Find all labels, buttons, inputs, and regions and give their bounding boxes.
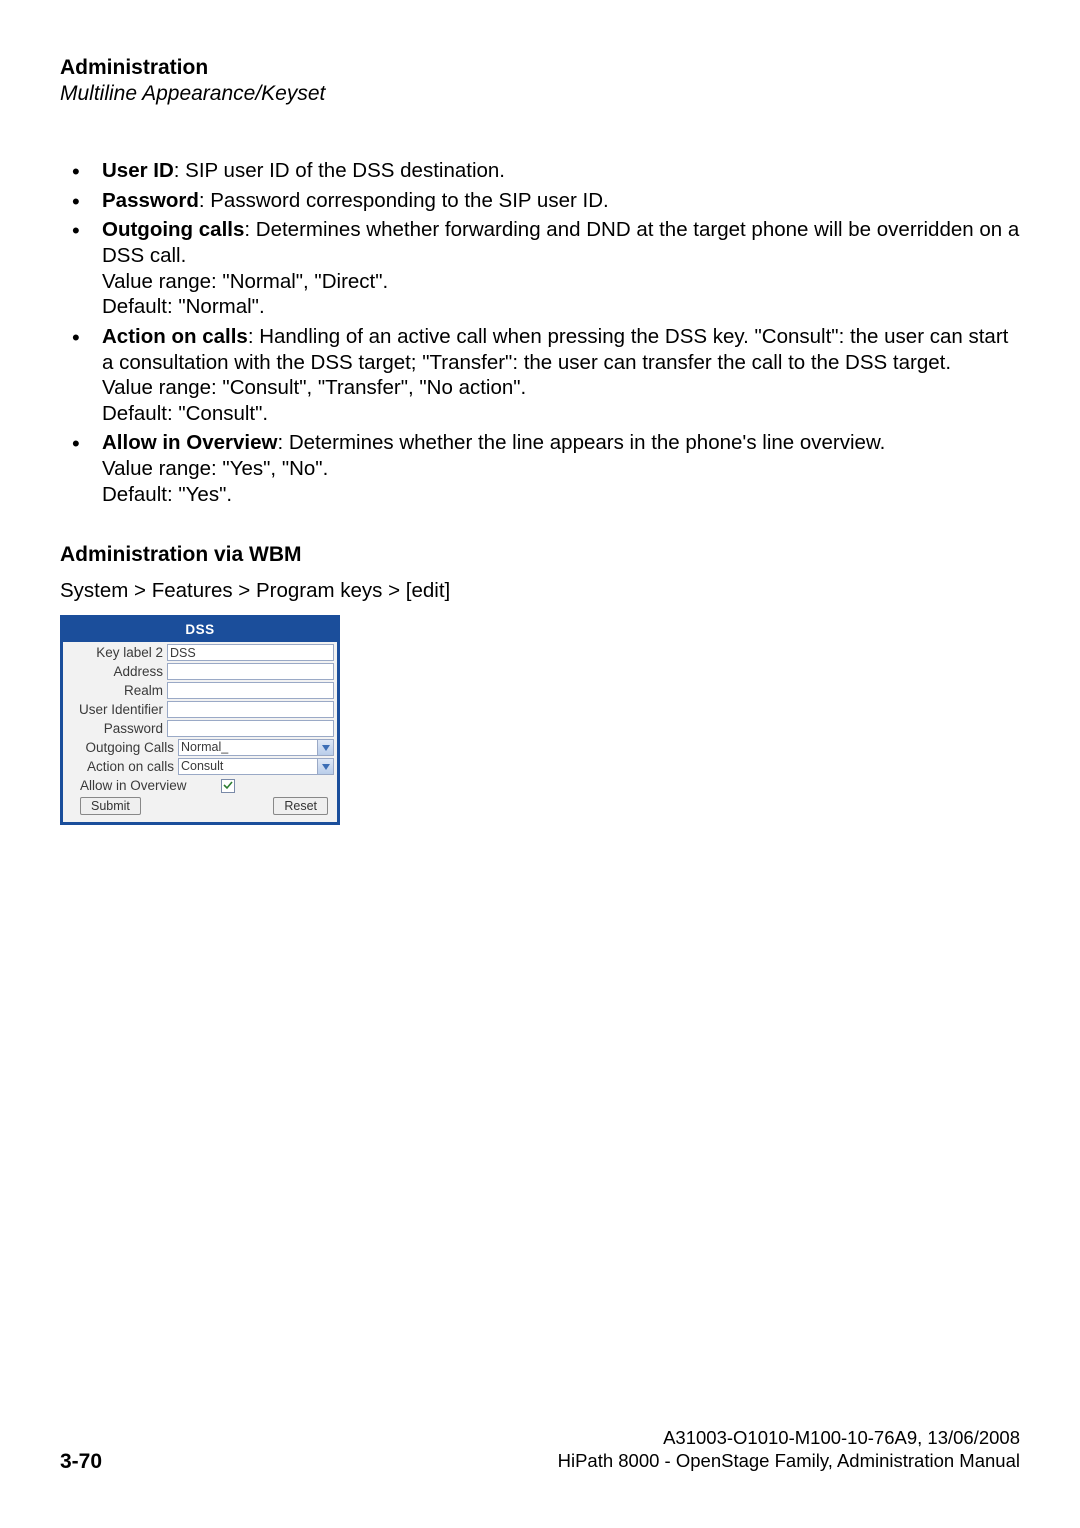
field-row-realm: Realm: [66, 681, 334, 700]
field-label: Password: [66, 721, 167, 736]
outgoing-calls-select[interactable]: Normal_: [178, 739, 334, 756]
dss-buttons-row: Submit Reset: [66, 794, 334, 819]
action-on-calls-value: Consult: [179, 759, 317, 774]
chevron-down-icon: [317, 759, 333, 774]
field-label: Key label 2: [66, 645, 167, 660]
check-icon: [223, 781, 233, 790]
list-item: Password: Password corresponding to the …: [60, 188, 1020, 214]
field-label: Allow in Overview: [80, 778, 221, 793]
def-title: User ID: [102, 159, 174, 182]
page-number: 3-70: [60, 1450, 102, 1474]
field-row-password: Password: [66, 719, 334, 738]
breadcrumb: System > Features > Program keys > [edit…: [60, 579, 1020, 603]
submit-button[interactable]: Submit: [80, 797, 141, 815]
chevron-down-icon: [317, 740, 333, 755]
field-row-key-label: Key label 2: [66, 643, 334, 662]
user-identifier-input[interactable]: [167, 701, 334, 718]
field-label: Realm: [66, 683, 167, 698]
def-title: Outgoing calls: [102, 218, 244, 241]
def-title: Action on calls: [102, 325, 248, 348]
field-row-address: Address: [66, 662, 334, 681]
outgoing-calls-value: Normal_: [179, 740, 317, 755]
def-body: : Password corresponding to the SIP user…: [199, 189, 609, 212]
page-subtitle: Multiline Appearance/Keyset: [60, 82, 1020, 106]
field-row-user-id: User Identifier: [66, 700, 334, 719]
footer-doc-title: HiPath 8000 - OpenStage Family, Administ…: [60, 1449, 1020, 1472]
field-row-action: Action on calls Consult: [66, 757, 334, 776]
list-item: Action on calls: Handling of an active c…: [60, 324, 1020, 427]
def-body: : SIP user ID of the DSS destination.: [174, 159, 505, 182]
list-item: User ID: SIP user ID of the DSS destinat…: [60, 158, 1020, 184]
field-row-allow-in-overview: Allow in Overview: [66, 776, 334, 794]
dss-panel-title: DSS: [63, 618, 337, 642]
footer-doc-id: A31003-O1010-M100-10-76A9, 13/06/2008: [60, 1426, 1020, 1449]
field-row-outgoing: Outgoing Calls Normal_: [66, 738, 334, 757]
password-input[interactable]: [167, 720, 334, 737]
section-heading: Administration via WBM: [60, 543, 1020, 567]
address-input[interactable]: [167, 663, 334, 680]
allow-in-overview-checkbox[interactable]: [221, 779, 235, 793]
definition-list: User ID: SIP user ID of the DSS destinat…: [60, 158, 1020, 507]
key-label-input[interactable]: [167, 644, 334, 661]
field-label: User Identifier: [66, 702, 167, 717]
action-on-calls-select[interactable]: Consult: [178, 758, 334, 775]
def-title: Allow in Overview: [102, 431, 277, 454]
field-label: Address: [66, 664, 167, 679]
field-label: Action on calls: [66, 759, 178, 774]
list-item: Outgoing calls: Determines whether forwa…: [60, 217, 1020, 320]
field-label: Outgoing Calls: [66, 740, 178, 755]
realm-input[interactable]: [167, 682, 334, 699]
dss-panel: DSS Key label 2 Address Realm User Ident…: [60, 615, 340, 825]
def-title: Password: [102, 189, 199, 212]
reset-button[interactable]: Reset: [273, 797, 328, 815]
list-item: Allow in Overview: Determines whether th…: [60, 430, 1020, 507]
page-title: Administration: [60, 55, 1020, 80]
